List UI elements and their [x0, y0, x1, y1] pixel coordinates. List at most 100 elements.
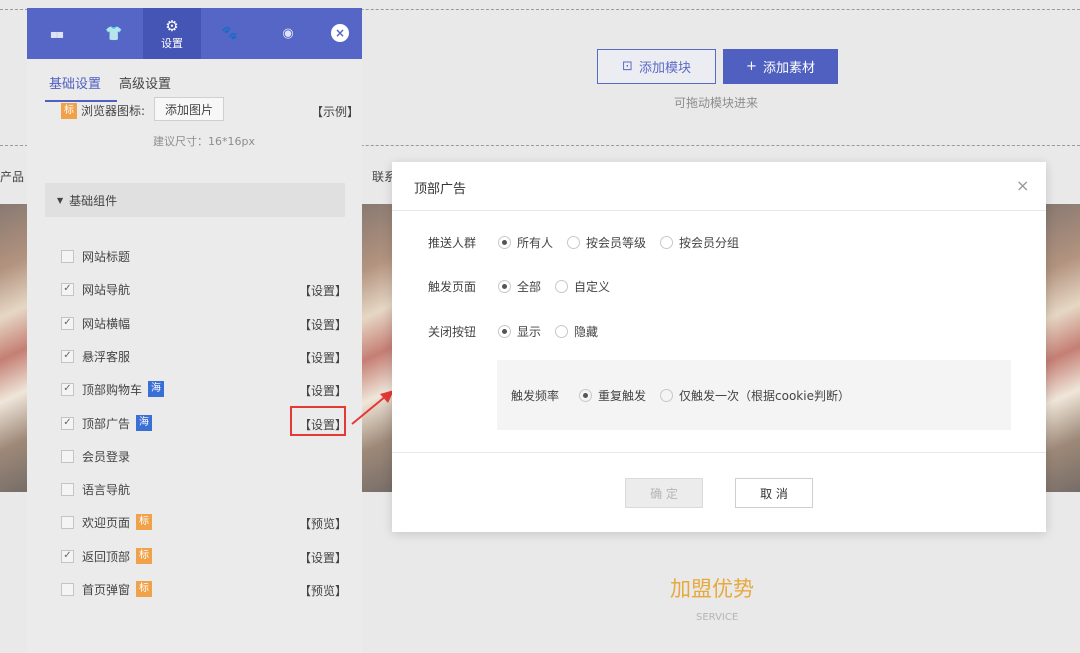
tab-basic-settings[interactable]: 基础设置: [49, 73, 101, 92]
drag-hint: 可拖动模块进来: [674, 96, 759, 110]
component-badge: 标: [136, 548, 153, 564]
browser-icon-label: 浏览器图标:: [81, 104, 146, 118]
top-ad-modal: 顶部广告 × 推送人群 所有人 按会员等级 按会员分组 触发页面 全部 自定义 关闭按…: [392, 162, 1046, 532]
section-subtitle: SERVICE: [696, 612, 739, 623]
banner-image-mid: [362, 204, 394, 492]
add-material-button[interactable]: + 添加素材: [723, 49, 838, 84]
toolbar-settings-label: 设置: [161, 36, 183, 50]
section-title: 加盟优势: [670, 577, 754, 601]
toolbar-web[interactable]: ◉: [259, 8, 317, 59]
radio-option[interactable]: 全部: [498, 278, 541, 295]
radio-option[interactable]: 按会员等级: [567, 234, 646, 251]
add-module-label: 添加模块: [638, 61, 691, 76]
toolbar-theme[interactable]: 👕: [85, 8, 143, 59]
radio-label: 自定义: [574, 279, 611, 294]
radio-circle[interactable]: [579, 388, 592, 402]
grid-icon: ▪▪: [49, 26, 64, 41]
plus-icon: +: [746, 59, 757, 74]
radio-option[interactable]: 隐藏: [555, 323, 598, 340]
component-checkbox[interactable]: ✓: [61, 382, 74, 396]
component-checkbox[interactable]: [61, 515, 74, 529]
tab-advanced-settings[interactable]: 高级设置: [119, 73, 171, 92]
modal-header-divider: [392, 210, 1046, 211]
toolbar-plugins[interactable]: 🐾: [201, 8, 259, 59]
component-checkbox[interactable]: ✓: [61, 282, 74, 296]
panel-toolbar: ▪▪ 👕 ⚙ 设置 🐾 ◉ ×: [27, 8, 362, 59]
close-button-label: 关闭按钮: [428, 324, 477, 339]
component-action-link[interactable]: 【设置】: [299, 316, 347, 333]
modal-footer-divider: [392, 452, 1046, 453]
component-checkbox[interactable]: [61, 449, 74, 463]
component-label: 语言导航: [82, 482, 131, 497]
radio-circle[interactable]: [567, 235, 581, 249]
nav-item-left[interactable]: 产品: [0, 168, 24, 185]
component-label: 网站导航: [82, 282, 131, 297]
add-module-button[interactable]: ⊡ 添加模块: [597, 49, 716, 84]
radio-option[interactable]: 按会员分组: [660, 234, 739, 251]
component-checkbox[interactable]: ✓: [61, 549, 74, 563]
add-module-icon: ⊡: [622, 59, 633, 74]
component-row: 网站标题: [61, 246, 130, 266]
radio-option[interactable]: 显示: [498, 323, 541, 340]
toolbar-settings[interactable]: ⚙ 设置: [143, 8, 201, 59]
component-row: ✓ 顶部购物车海: [61, 379, 165, 399]
component-label: 网站标题: [82, 249, 131, 264]
component-row: ✓ 顶部广告海: [61, 413, 153, 433]
component-checkbox[interactable]: [61, 582, 74, 596]
push-audience-options: 所有人 按会员等级 按会员分组: [498, 234, 753, 251]
close-button-options: 显示 隐藏: [498, 323, 612, 340]
trigger-frequency-options: 重复触发 仅触发一次（根据cookie判断）: [579, 387, 864, 404]
toolbar-layout[interactable]: ▪▪: [27, 8, 85, 59]
component-action-link[interactable]: 【预览】: [299, 582, 347, 599]
confirm-button[interactable]: 确 定: [625, 478, 703, 508]
component-group-header[interactable]: ▼ 基础组件: [45, 183, 345, 217]
cancel-button[interactable]: 取 消: [735, 478, 813, 508]
panel-close-icon[interactable]: ×: [331, 24, 349, 42]
radio-option[interactable]: 自定义: [555, 278, 610, 295]
add-material-label: 添加素材: [762, 61, 815, 76]
component-checkbox[interactable]: [61, 482, 74, 496]
paw-icon: 🐾: [221, 26, 239, 41]
add-image-button[interactable]: 添加图片: [154, 97, 224, 121]
component-checkbox[interactable]: [61, 249, 74, 263]
radio-circle[interactable]: [660, 388, 674, 402]
browser-icon-row: 标 浏览器图标:: [61, 102, 145, 119]
radio-circle[interactable]: [498, 324, 511, 338]
example-link[interactable]: 【示例】: [311, 103, 359, 120]
radio-label: 按会员等级: [586, 235, 647, 250]
component-action-link[interactable]: 【预览】: [299, 515, 347, 532]
radio-circle[interactable]: [498, 279, 511, 293]
icon-size-hint: 建议尺寸：16*16px: [153, 135, 255, 148]
globe-icon: ◉: [282, 26, 294, 41]
component-label: 欢迎页面: [82, 515, 131, 530]
trigger-page-options: 全部 自定义: [498, 278, 624, 295]
radio-circle[interactable]: [555, 279, 569, 293]
component-row: 欢迎页面标: [61, 512, 153, 532]
component-checkbox[interactable]: ✓: [61, 416, 74, 430]
modal-close-icon[interactable]: ×: [1016, 176, 1029, 195]
caret-down-icon: ▼: [57, 195, 64, 205]
component-label: 顶部广告: [82, 416, 131, 431]
shirt-icon: 👕: [105, 25, 123, 42]
component-checkbox[interactable]: ✓: [61, 316, 74, 330]
component-action-link[interactable]: 【设置】: [299, 282, 347, 299]
radio-label: 所有人: [517, 235, 554, 250]
component-row: ✓ 网站横幅: [61, 313, 130, 333]
component-action-link[interactable]: 【设置】: [299, 382, 347, 399]
component-action-link[interactable]: 【设置】: [299, 549, 347, 566]
radio-option[interactable]: 所有人: [498, 234, 553, 251]
component-row: 首页弹窗标: [61, 579, 153, 599]
component-row: ✓ 返回顶部标: [61, 546, 153, 566]
component-checkbox[interactable]: ✓: [61, 349, 74, 363]
radio-circle[interactable]: [660, 235, 674, 249]
radio-circle[interactable]: [555, 324, 569, 338]
radio-option[interactable]: 仅触发一次（根据cookie判断）: [660, 387, 850, 404]
trigger-frequency-row: 触发频率 重复触发 仅触发一次（根据cookie判断）: [511, 385, 864, 405]
trigger-page-label: 触发页面: [428, 279, 477, 294]
radio-option[interactable]: 重复触发: [579, 387, 646, 404]
radio-circle[interactable]: [498, 235, 511, 249]
component-action-link[interactable]: 【设置】: [299, 349, 347, 366]
component-badge: 标: [136, 514, 153, 530]
radio-label: 隐藏: [574, 324, 599, 339]
component-label: 网站横幅: [82, 316, 131, 331]
